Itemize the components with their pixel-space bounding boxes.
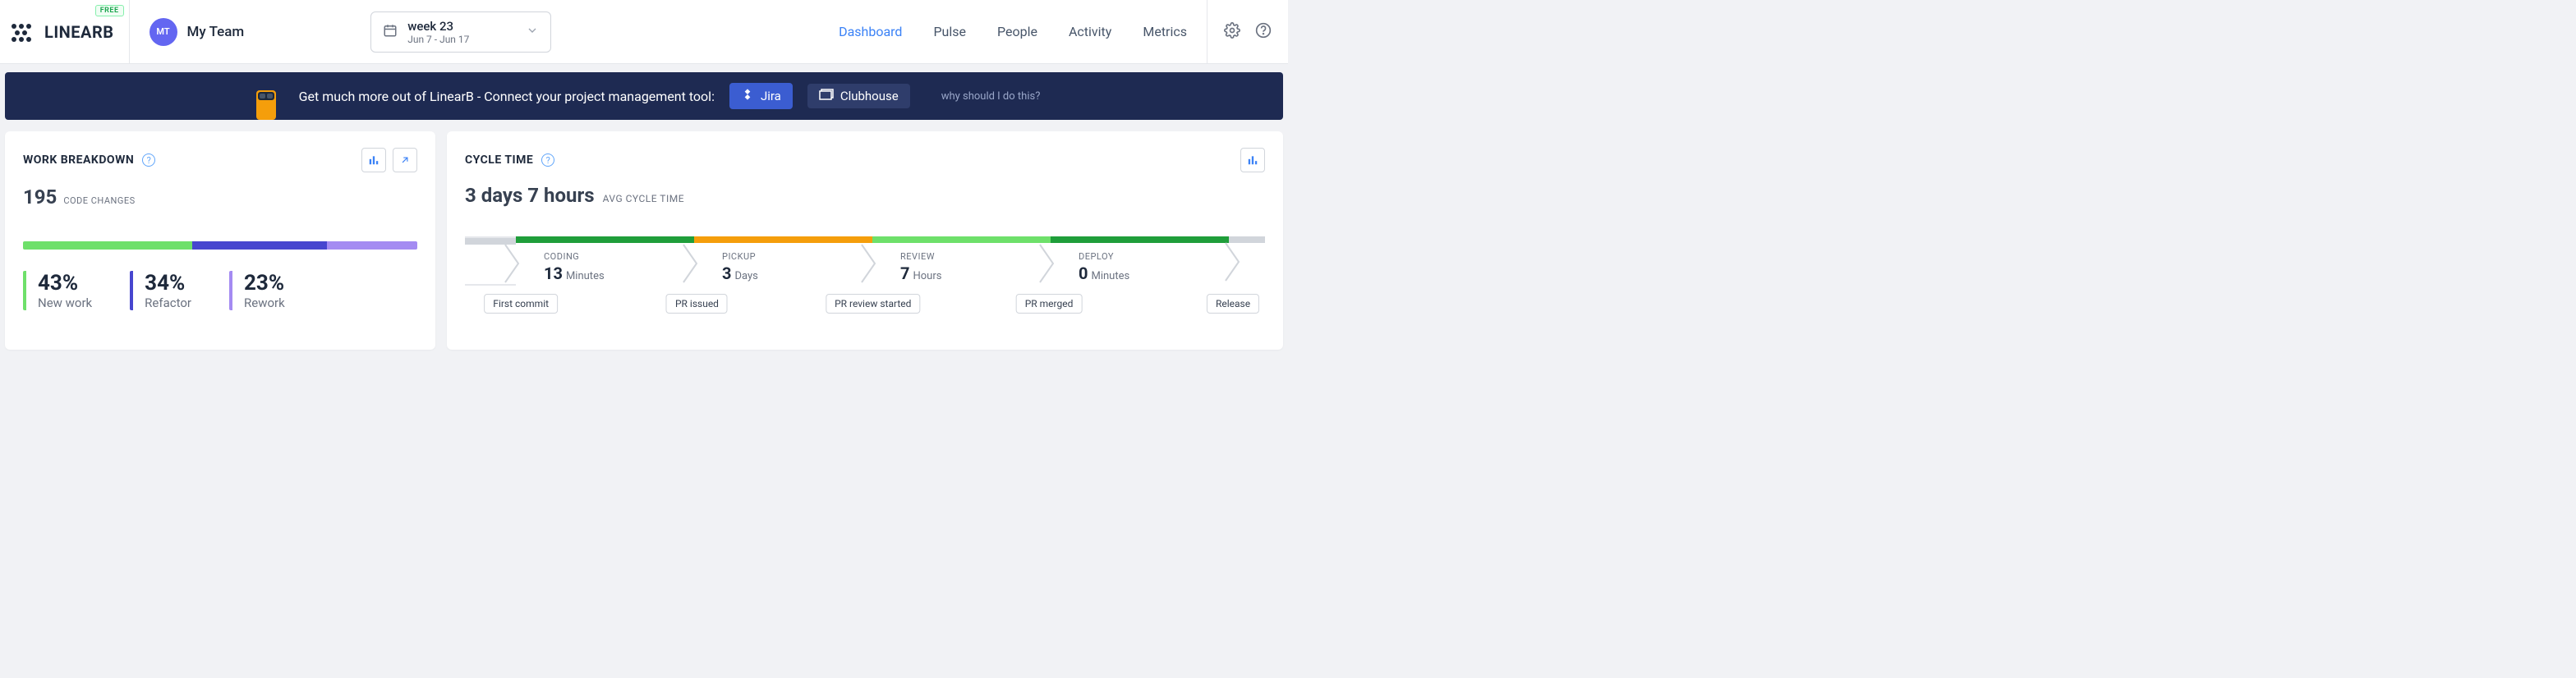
nav-dashboard[interactable]: Dashboard [839, 24, 902, 39]
cycle-time-card: CYCLE TIME ? 3 days 7 hours AVG CYCLE TI… [447, 131, 1283, 350]
marker-pr-review-started: PR review started [826, 294, 920, 314]
cycle-time-value: 3 days 7 hours [465, 184, 595, 207]
marker-first-commit: First commit [484, 294, 558, 314]
team-selector[interactable]: MT My Team [130, 18, 264, 46]
work-breakdown-card: WORK BREAKDOWN ? 195 CODE CHANGES 43% [5, 131, 435, 350]
stat-rework: 23% Rework [229, 271, 285, 310]
bar-segment-new-work [23, 241, 192, 250]
stage-unit: Days [734, 270, 757, 282]
clubhouse-label: Clubhouse [840, 89, 899, 103]
marker-pr-merged: PR merged [1016, 294, 1083, 314]
nav-pulse[interactable]: Pulse [933, 24, 966, 39]
chart-view-button[interactable] [361, 148, 386, 172]
marker-release: Release [1207, 294, 1259, 314]
stage-stripe [516, 236, 694, 243]
bar-segment-refactor [192, 241, 326, 250]
stage-pickup: PICKUP 3Days [694, 236, 872, 286]
settings-button[interactable] [1224, 22, 1240, 42]
stage-value: 3 [722, 263, 731, 283]
chart-view-button[interactable] [1240, 148, 1265, 172]
code-changes-label: CODE CHANGES [63, 195, 135, 206]
stage-unit: Hours [913, 270, 941, 282]
connect-jira-button[interactable]: Jira [729, 83, 793, 109]
stat-label: Rework [244, 295, 285, 310]
stage-name: PICKUP [722, 251, 872, 262]
stage-review: REVIEW 7 Hours [872, 236, 1051, 286]
free-badge: FREE [95, 5, 124, 16]
stage-value: 7 [900, 263, 909, 283]
stage-unit: Minutes [566, 270, 605, 282]
cycle-time-pipeline: CODING 13Minutes PICKUP 3Days RE [465, 236, 1265, 327]
date-range-label: Jun 7 - Jun 17 [407, 34, 516, 45]
stat-value: 34% [145, 271, 191, 295]
chevron-right-icon [1036, 241, 1059, 286]
expand-button[interactable] [393, 148, 417, 172]
stat-refactor: 34% Refactor [130, 271, 191, 310]
integration-banner: Get much more out of LinearB - Connect y… [5, 72, 1283, 120]
jira-icon [741, 88, 754, 104]
help-icon[interactable]: ? [142, 153, 155, 167]
stat-label: Refactor [145, 295, 191, 310]
code-changes-count: 195 [23, 186, 57, 208]
team-avatar: MT [150, 18, 177, 46]
chevron-right-icon [501, 241, 524, 286]
help-icon[interactable]: ? [541, 153, 554, 167]
pipeline-end [1229, 236, 1265, 286]
stage-name: CODING [544, 251, 694, 262]
banner-why-link[interactable]: why should I do this? [941, 90, 1041, 103]
date-week-label: week 23 [407, 19, 516, 34]
cycle-time-label: AVG CYCLE TIME [603, 193, 684, 204]
main-nav: Dashboard Pulse People Activity Metrics [839, 0, 1207, 63]
stage-unit: Minutes [1091, 270, 1129, 282]
chevron-down-icon [526, 24, 539, 40]
stage-stripe [872, 236, 1051, 243]
stat-value: 23% [244, 271, 285, 295]
marker-pr-issued: PR issued [666, 294, 728, 314]
stage-stripe [694, 236, 872, 243]
calendar-icon [383, 23, 398, 41]
stat-value: 43% [38, 271, 92, 295]
chevron-right-icon [1224, 241, 1242, 286]
stage-name: REVIEW [900, 251, 1051, 262]
work-breakdown-title: WORK BREAKDOWN [23, 153, 134, 167]
chevron-right-icon [679, 241, 702, 286]
team-name: My Team [187, 24, 245, 40]
connect-clubhouse-button[interactable]: Clubhouse [807, 84, 910, 108]
pipeline-markers: First commit PR issued PR review started… [465, 294, 1265, 318]
work-breakdown-bar [23, 241, 417, 250]
nav-activity[interactable]: Activity [1069, 24, 1111, 39]
logo-area[interactable]: LINEARB FREE [0, 0, 130, 63]
cycle-time-title: CYCLE TIME [465, 153, 533, 167]
stage-value: 0 [1079, 263, 1088, 283]
stat-label: New work [38, 295, 92, 310]
linearb-logo-icon [10, 22, 36, 42]
stage-stripe [1051, 236, 1229, 243]
chevron-right-icon [858, 241, 881, 286]
stage-name: DEPLOY [1079, 251, 1229, 262]
date-range-picker[interactable]: week 23 Jun 7 - Jun 17 [370, 11, 551, 53]
app-header: LINEARB FREE MT My Team week 23 Jun 7 - … [0, 0, 1288, 64]
logo-text: LINEARB [44, 22, 114, 42]
mascot-icon [248, 84, 284, 120]
stage-value: 13 [544, 263, 563, 283]
stage-coding: CODING 13Minutes [516, 236, 694, 286]
clubhouse-icon [819, 89, 834, 103]
stage-deploy: DEPLOY 0Minutes [1051, 236, 1229, 286]
nav-metrics[interactable]: Metrics [1143, 24, 1187, 39]
banner-text: Get much more out of LinearB - Connect y… [299, 89, 715, 104]
stat-new-work: 43% New work [23, 271, 92, 310]
help-button[interactable] [1255, 22, 1272, 42]
nav-people[interactable]: People [997, 24, 1037, 39]
jira-label: Jira [761, 89, 781, 103]
bar-segment-rework [327, 241, 417, 250]
